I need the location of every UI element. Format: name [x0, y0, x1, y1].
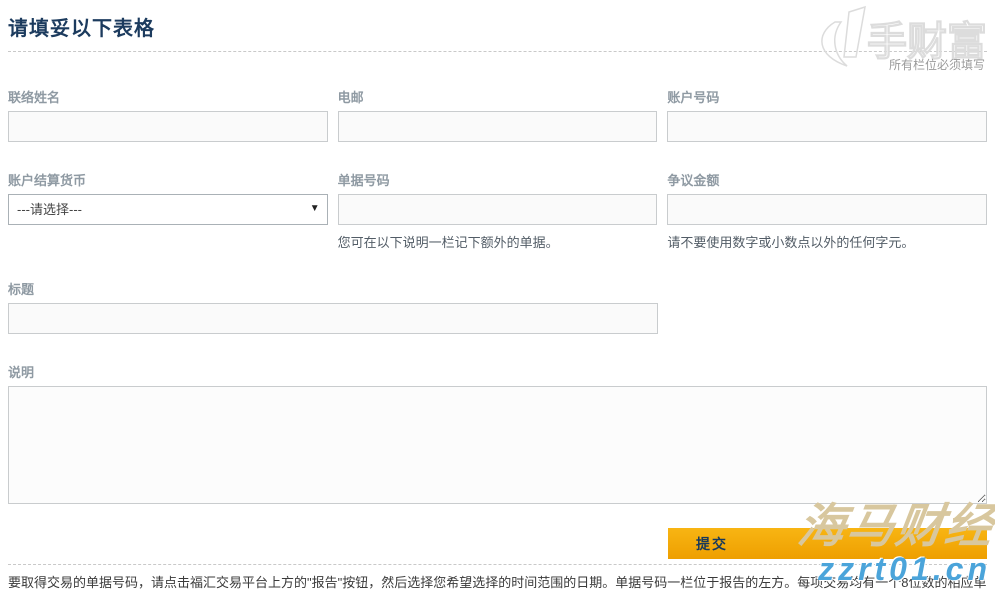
account-currency-label: 账户结算货币	[8, 170, 328, 189]
contact-name-field-group: 联络姓名	[8, 87, 328, 142]
contact-name-label: 联络姓名	[8, 87, 328, 106]
account-number-label: 账户号码	[667, 87, 987, 106]
email-field-group: 电邮	[338, 87, 658, 142]
title-divider	[8, 51, 987, 52]
description-field-group: 说明	[8, 362, 987, 509]
ticket-number-field-group: 单据号码 您可在以下说明一栏记下额外的单据。	[338, 170, 658, 251]
account-currency-field-group: 账户结算货币 ---请选择--- ▼	[8, 170, 328, 251]
footer-divider	[8, 564, 987, 565]
form-page: 手财富 请填妥以下表格 所有栏位必须填写 联络姓名 电邮 账户号码 账户结算货币	[0, 0, 995, 591]
dispute-amount-label: 争议金额	[667, 170, 987, 189]
dispute-amount-input[interactable]	[667, 194, 987, 225]
currency-select[interactable]: ---请选择---	[8, 194, 328, 225]
email-label: 电邮	[338, 87, 658, 106]
submit-button[interactable]: 提交	[668, 528, 987, 559]
page-title: 请填妥以下表格	[8, 12, 987, 41]
ticket-instructions-note: 要取得交易的单据号码，请点击福汇交易平台上方的"报告"按钮，然后选择您希望选择的…	[8, 573, 987, 591]
form-row-4: 说明	[8, 362, 987, 509]
form-row-1: 联络姓名 电邮 账户号码	[8, 87, 987, 142]
ticket-number-hint: 您可在以下说明一栏记下额外的单据。	[338, 232, 658, 251]
subject-input[interactable]	[8, 303, 658, 334]
submit-row: 提交	[8, 528, 987, 559]
currency-select-wrap: ---请选择--- ▼	[8, 194, 328, 225]
account-number-field-group: 账户号码	[667, 87, 987, 142]
subject-field-group: 标题	[8, 279, 658, 334]
subject-label: 标题	[8, 279, 658, 298]
description-label: 说明	[8, 362, 987, 381]
email-field[interactable]	[338, 111, 658, 142]
required-fields-note: 所有栏位必须填写	[8, 56, 987, 73]
form-row-2: 账户结算货币 ---请选择--- ▼ 单据号码 您可在以下说明一栏记下额外的单据…	[8, 170, 987, 251]
form-row-3: 标题	[8, 279, 987, 334]
description-textarea[interactable]	[8, 386, 987, 504]
ticket-number-input[interactable]	[338, 194, 658, 225]
dispute-amount-hint: 请不要使用数字或小数点以外的任何字元。	[667, 232, 987, 251]
ticket-number-label: 单据号码	[338, 170, 658, 189]
dispute-amount-field-group: 争议金额 请不要使用数字或小数点以外的任何字元。	[667, 170, 987, 251]
contact-name-input[interactable]	[8, 111, 328, 142]
account-number-input[interactable]	[667, 111, 987, 142]
dispute-form: 联络姓名 电邮 账户号码 账户结算货币 ---请选择--- ▼	[8, 87, 987, 559]
